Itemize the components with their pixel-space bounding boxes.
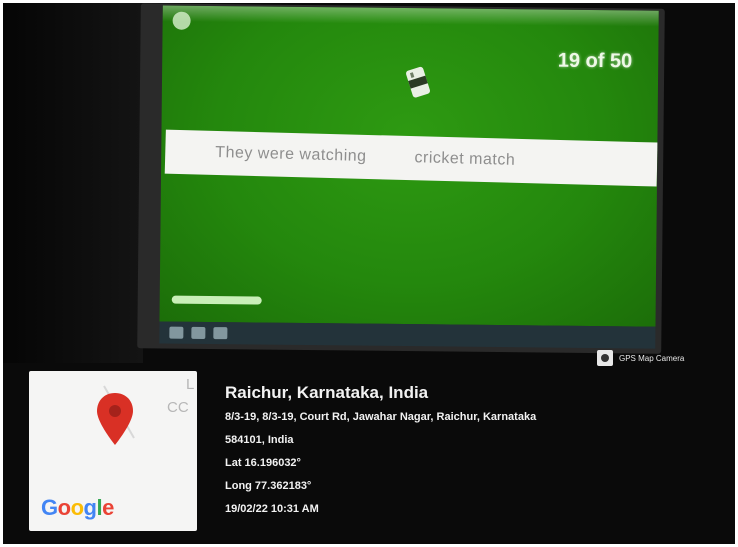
sentence-bar: They were watching cricket match <box>164 129 658 187</box>
longitude: Long 77.362183° <box>225 480 312 492</box>
quiz-screen: 19 of 50 They were watching cricket matc… <box>159 5 659 327</box>
folder-icon[interactable] <box>191 326 206 339</box>
taskbar <box>159 321 656 349</box>
photo-dark-area <box>3 3 143 363</box>
google-logo: Google <box>41 495 114 520</box>
cricket-ball-icon <box>405 66 431 98</box>
sentence-text-start: They were watching <box>215 143 367 165</box>
monitor: 19 of 50 They were watching cricket matc… <box>137 3 665 354</box>
sentence-text-end: cricket match <box>414 149 516 169</box>
gps-camera-icon <box>597 350 613 366</box>
answer-blank[interactable] <box>367 157 415 158</box>
latitude: Lat 16.196032° <box>225 457 301 469</box>
progress-bar <box>171 295 262 305</box>
address-line-2: 584101, India <box>225 434 294 446</box>
gps-camera-badge: GPS Map Camera <box>597 346 733 370</box>
datetime: 19/02/22 10:31 AM <box>225 503 319 515</box>
address-line-1: 8/3-19, 8/3-19, Court Rd, Jawahar Nagar,… <box>225 411 537 423</box>
location-info: Raichur, Karnataka, India 8/3-19, 8/3-19… <box>225 383 725 526</box>
question-counter: 19 of 50 <box>557 49 633 73</box>
start-icon[interactable] <box>169 326 184 339</box>
map-pin-icon <box>97 393 133 445</box>
browser-icon[interactable] <box>213 327 228 340</box>
location-title: Raichur, Karnataka, India <box>225 383 429 402</box>
map-thumbnail: L CC Google <box>29 371 197 531</box>
badge-label: GPS Map Camera <box>619 353 685 363</box>
photo: 19 of 50 They were watching cricket matc… <box>3 3 735 544</box>
map-label-fragment: L <box>186 376 195 393</box>
menu-dot-button[interactable] <box>172 11 191 30</box>
map-label-fragment: CC <box>167 399 189 416</box>
screen-glare <box>162 5 659 27</box>
